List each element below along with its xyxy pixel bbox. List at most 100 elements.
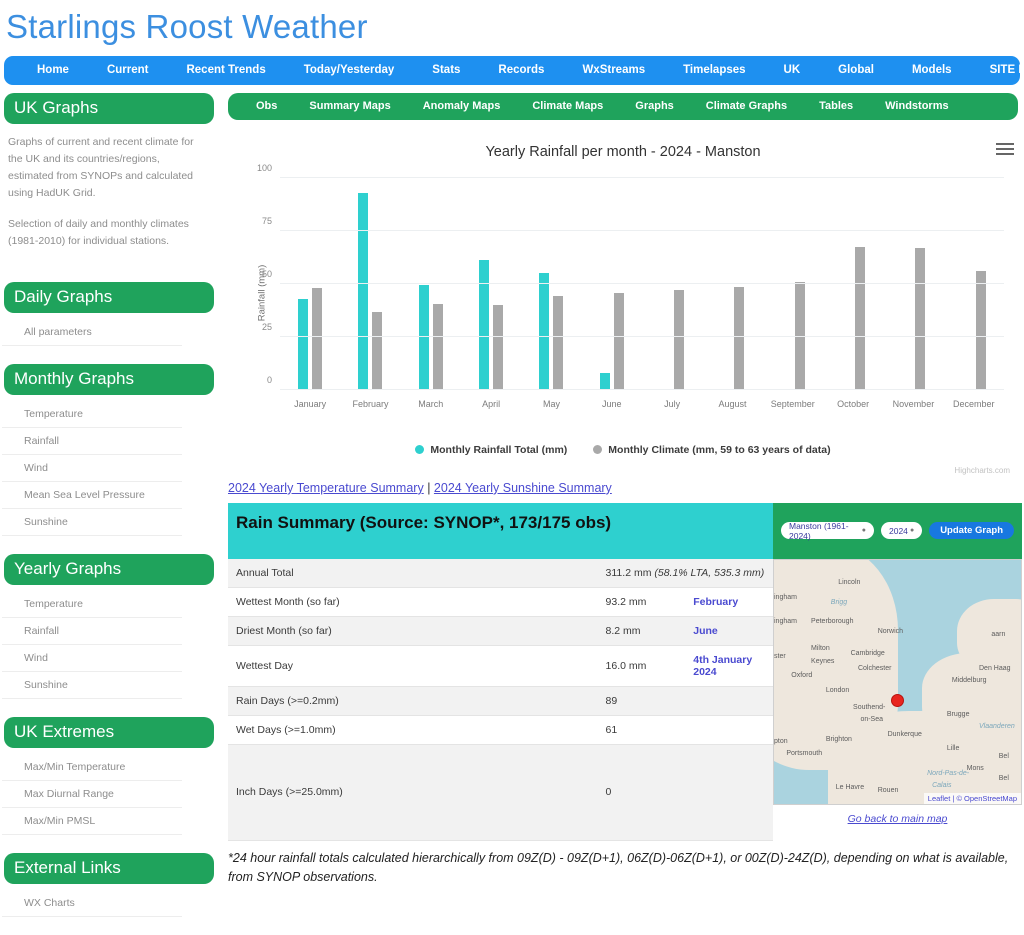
topnav-item-models[interactable]: Models: [893, 64, 971, 76]
chart-bar[interactable]: [855, 246, 866, 390]
year-select[interactable]: 2024 ●: [880, 522, 923, 540]
chart-gridline: [280, 229, 1004, 231]
topnav-item-site-map[interactable]: SITE MAP: [971, 64, 1024, 76]
map-place-label: Colchester: [857, 664, 892, 672]
table-cell-label: Driest Month (so far): [228, 616, 598, 646]
sidebar-item-max-min-pmsl[interactable]: Max/Min PMSL: [2, 808, 182, 835]
chart-bar[interactable]: [372, 311, 383, 390]
subnav-item-anomaly-maps[interactable]: Anomaly Maps: [407, 100, 517, 112]
table-row: Inch Days (>=25.0mm) 0: [228, 744, 773, 841]
sidebar-item-sunshine[interactable]: Sunshine: [2, 509, 182, 536]
map-place-label: Brigg: [830, 598, 848, 606]
sidebar-item-temperature[interactable]: Temperature: [2, 401, 182, 428]
sidebar-item-all-parameters[interactable]: All parameters: [2, 319, 182, 346]
topnav-item-timelapses[interactable]: Timelapses: [664, 64, 764, 76]
sidebar-item-wind[interactable]: Wind: [2, 455, 182, 482]
chart-bar[interactable]: [674, 290, 685, 390]
chart-legend-item[interactable]: Monthly Rainfall Total (mm): [415, 444, 567, 456]
subnav-item-obs[interactable]: Obs: [240, 100, 293, 112]
chart-bar[interactable]: [975, 271, 986, 390]
map-place-label: pton: [774, 738, 788, 746]
table-cell-label: Wet Days (>=1.0mm): [228, 715, 598, 745]
summary-links: 2024 Yearly Temperature Summary | 2024 Y…: [228, 481, 1022, 495]
map-place-label: Bel: [998, 752, 1009, 760]
map-place-label: Oxford: [791, 672, 813, 680]
chart-bar[interactable]: [358, 192, 369, 390]
sidebar-item-rainfall[interactable]: Rainfall: [2, 428, 182, 455]
table-cell-extra[interactable]: February: [685, 587, 773, 617]
table-cell-label: Inch Days (>=25.0mm): [228, 744, 598, 841]
subnav-item-tables[interactable]: Tables: [803, 100, 869, 112]
chart-bar-group: June: [582, 178, 642, 409]
topnav-item-recent-trends[interactable]: Recent Trends: [167, 64, 284, 76]
subnav-item-summary-maps[interactable]: Summary Maps: [293, 100, 406, 112]
chart-bar[interactable]: [553, 295, 564, 390]
chart-bar[interactable]: [539, 273, 550, 390]
table-cell-value: 93.2 mm: [597, 587, 686, 617]
hamburger-menu-icon[interactable]: [996, 140, 1014, 158]
chart-x-tick: December: [953, 398, 995, 409]
openstreetmap-link[interactable]: © OpenStreetMap: [956, 794, 1017, 803]
topnav-item-home[interactable]: Home: [18, 64, 88, 76]
topnav-item-records[interactable]: Records: [479, 64, 563, 76]
topnav-item-today-yesterday[interactable]: Today/Yesterday: [285, 64, 414, 76]
table-cell-value: 311.2 mm (58.1% LTA, 535.3 mm): [597, 558, 773, 588]
topnav-item-wxstreams[interactable]: WxStreams: [563, 64, 664, 76]
sunshine-summary-link[interactable]: 2024 Yearly Sunshine Summary: [434, 481, 612, 495]
station-select[interactable]: Manston (1961-2024) ●: [781, 521, 874, 541]
chart-x-tick: October: [837, 398, 870, 409]
sidebar-list: Temperature Rainfall Wind Mean Sea Level Pr…: [2, 401, 222, 536]
chart-bar[interactable]: [915, 247, 926, 390]
chart-bar[interactable]: [312, 288, 323, 390]
topnav-item-global[interactable]: Global: [819, 64, 893, 76]
chart-x-tick: May: [542, 398, 560, 409]
chart-x-tick: March: [418, 398, 444, 409]
sidebar-item-rainfall[interactable]: Rainfall: [2, 618, 182, 645]
map-place-label: Peterborough: [811, 618, 854, 626]
leaflet-link[interactable]: Leaflet: [928, 794, 951, 803]
rainfall-footnote: *24 hour rainfall totals calculated hier…: [228, 850, 1009, 884]
chart-y-tick: 100: [256, 162, 272, 173]
chart-legend-item[interactable]: Monthly Climate (mm, 59 to 63 years of d…: [593, 444, 831, 456]
chart-bar-group: August: [702, 178, 762, 409]
chart-bar[interactable]: [493, 305, 504, 390]
sidebar-item-sunshine[interactable]: Sunshine: [2, 672, 182, 699]
rain-summary-panel: Rain Summary (Source: SYNOP*, 173/175 ob…: [228, 502, 773, 841]
topnav-item-current[interactable]: Current: [88, 64, 168, 76]
temperature-summary-link[interactable]: 2024 Yearly Temperature Summary: [228, 481, 424, 495]
table-cell-extra[interactable]: 4th January 2024: [685, 645, 773, 687]
chart-bar[interactable]: [298, 298, 309, 390]
topnav-item-stats[interactable]: Stats: [413, 64, 479, 76]
subnav-item-windstorms[interactable]: Windstorms: [869, 100, 964, 112]
table-cell-value: 8.2 mm: [597, 616, 686, 646]
chart-x-tick: November: [892, 398, 935, 409]
chart-bar[interactable]: [432, 304, 443, 390]
chart-bar[interactable]: [599, 372, 610, 390]
update-graph-button[interactable]: Update Graph: [929, 522, 1014, 540]
chart-bar[interactable]: [613, 293, 624, 390]
sidebar-item-max-min-temperature[interactable]: Max/Min Temperature: [2, 754, 182, 781]
map-place-label: Le Havre: [835, 784, 865, 792]
rain-summary-heading: Rain Summary (Source: SYNOP*, 173/175 ob…: [228, 502, 773, 559]
chart-bar-group: January: [280, 178, 340, 409]
sidebar-item-mean-sea-level-pressure[interactable]: Mean Sea Level Pressure: [2, 482, 182, 509]
chart-bar[interactable]: [479, 259, 490, 390]
topnav-item-uk[interactable]: UK: [765, 64, 820, 76]
table-cell-extra[interactable]: June: [685, 616, 773, 646]
sidebar-heading-uk-graphs: UK Graphs: [4, 92, 214, 124]
sidebar-item-wind[interactable]: Wind: [2, 645, 182, 672]
subnav-item-graphs[interactable]: Graphs: [619, 100, 690, 112]
chart-bar-group: December: [944, 178, 1004, 409]
legend-color-swatch: [593, 445, 603, 455]
chart-bar[interactable]: [734, 287, 745, 390]
subnav-item-climate-graphs[interactable]: Climate Graphs: [690, 100, 803, 112]
chart-bar[interactable]: [418, 285, 429, 390]
back-to-main-map-link[interactable]: Go back to main map: [773, 805, 1022, 825]
sidebar-item-max-diurnal-range[interactable]: Max Diurnal Range: [2, 781, 182, 808]
subnav-item-climate-maps[interactable]: Climate Maps: [516, 100, 619, 112]
sidebar-item-wx-charts[interactable]: WX Charts: [2, 890, 182, 917]
sidebar-item-temperature[interactable]: Temperature: [2, 591, 182, 618]
map-place-label: Portsmouth: [786, 750, 823, 758]
location-map[interactable]: Lincoln Brigg ingham ingham Peterborough Norw…: [773, 558, 1022, 805]
